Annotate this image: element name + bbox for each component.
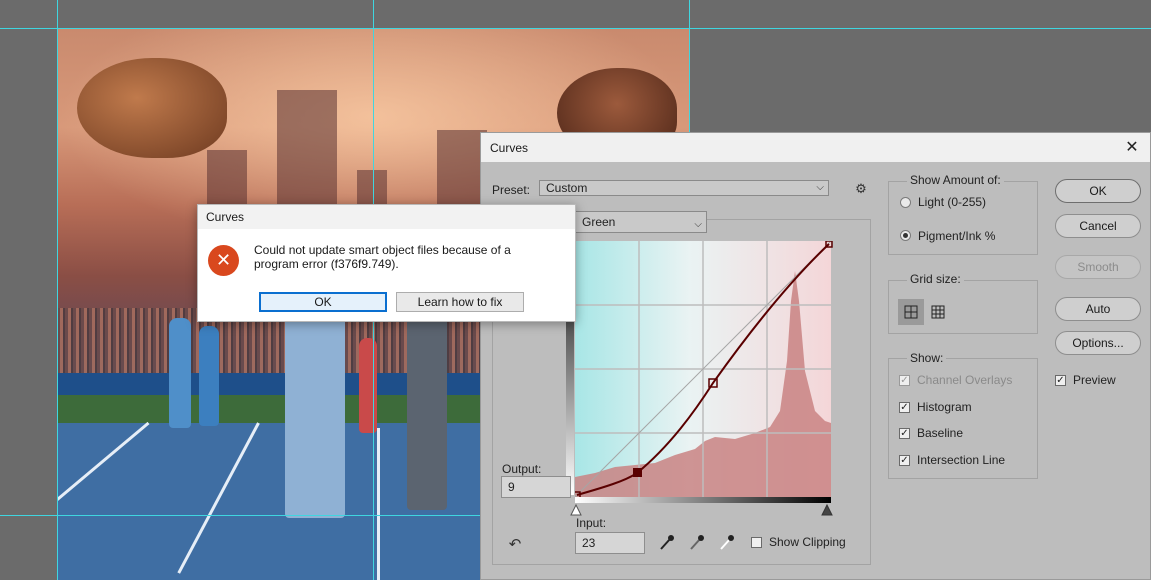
close-icon[interactable]: ✕ (1122, 137, 1142, 157)
chevron-down-icon: ⌵ (694, 219, 702, 230)
artwork-runner (359, 338, 377, 433)
show-amount-group (888, 181, 1038, 255)
input-field[interactable]: 23 (575, 532, 645, 554)
artwork-runner (199, 326, 219, 426)
show-clipping-label: Show Clipping (769, 535, 846, 549)
histogram-label: Histogram (917, 400, 972, 414)
light-label: Light (0-255) (918, 195, 987, 209)
on-image-adjust-icon[interactable]: ↶ (505, 535, 525, 553)
gear-icon[interactable]: ⚙ (851, 181, 871, 197)
show-title: Show: (907, 351, 947, 365)
artwork-bull (77, 58, 227, 158)
chevron-down-icon: ⌵ (816, 182, 824, 193)
curve-graph[interactable] (575, 241, 833, 503)
intersection-line-label: Intersection Line (917, 453, 1006, 467)
output-field[interactable]: 9 (501, 476, 571, 498)
channel-value: Green (582, 215, 616, 229)
curve-point-selected[interactable] (633, 468, 642, 477)
error-titlebar[interactable]: Curves (198, 205, 575, 229)
smooth-button[interactable]: Smooth (1055, 255, 1141, 279)
error-icon: ✕ (208, 245, 239, 276)
channel-overlays-label: Channel Overlays (917, 373, 1013, 387)
pigment-radio[interactable] (900, 230, 911, 241)
eyedroppers[interactable] (657, 534, 747, 552)
output-label: Output: (502, 462, 542, 476)
preview-checkbox[interactable]: ✓ (1055, 375, 1066, 386)
artwork-lane-line (377, 428, 380, 580)
preset-dropdown[interactable]: Custom ⌵ (539, 180, 829, 196)
baseline-checkbox[interactable]: ✓ (899, 428, 910, 439)
intersection-line-checkbox[interactable]: ✓ (899, 455, 910, 466)
preset-value: Custom (546, 181, 588, 195)
error-title: Curves (206, 210, 245, 224)
grid-size-toggles[interactable] (898, 299, 958, 325)
channel-overlays-checkbox[interactable]: ✓ (899, 375, 910, 386)
black-point-slider[interactable] (570, 503, 582, 516)
light-radio[interactable] (900, 197, 911, 208)
white-point-slider[interactable] (821, 503, 833, 516)
error-message: Could not update smart object files beca… (254, 243, 511, 271)
artwork-runner (169, 318, 191, 428)
gray-eyedropper-icon[interactable] (690, 535, 704, 550)
histogram-checkbox[interactable]: ✓ (899, 402, 910, 413)
white-eyedropper-icon[interactable] (720, 535, 734, 550)
show-amount-title: Show Amount of: (907, 173, 1004, 187)
baseline-label: Baseline (917, 426, 964, 440)
curves-dialog: Curves ✕ Preset: Custom ⌵ ⚙ Green ⌵ Outp… (480, 132, 1151, 580)
curves-titlebar[interactable]: Curves ✕ (481, 133, 1150, 162)
grid-size-title: Grid size: (907, 272, 964, 286)
auto-button[interactable]: Auto (1055, 297, 1141, 321)
curves-title: Curves (490, 140, 529, 155)
error-ok-button[interactable]: OK (259, 292, 387, 312)
artwork-runner (407, 310, 447, 510)
preview-label: Preview (1073, 373, 1116, 387)
guide-line (0, 28, 1151, 29)
pigment-label: Pigment/Ink % (918, 229, 996, 243)
guide-line (57, 0, 58, 580)
artwork-runner (285, 298, 345, 518)
black-eyedropper-icon[interactable] (660, 535, 674, 550)
show-clipping-checkbox[interactable] (751, 537, 762, 548)
learn-how-to-fix-button[interactable]: Learn how to fix (396, 292, 524, 312)
channel-dropdown[interactable]: Green ⌵ (575, 211, 707, 233)
input-sliders[interactable] (570, 503, 840, 517)
input-label: Input: (576, 516, 607, 530)
ok-button[interactable]: OK (1055, 179, 1141, 203)
detailed-grid-icon[interactable] (931, 305, 945, 319)
preset-label: Preset: (492, 183, 531, 197)
options-button[interactable]: Options... (1055, 331, 1141, 355)
error-dialog: Curves ✕ Could not update smart object f… (197, 204, 576, 322)
cancel-button[interactable]: Cancel (1055, 214, 1141, 238)
